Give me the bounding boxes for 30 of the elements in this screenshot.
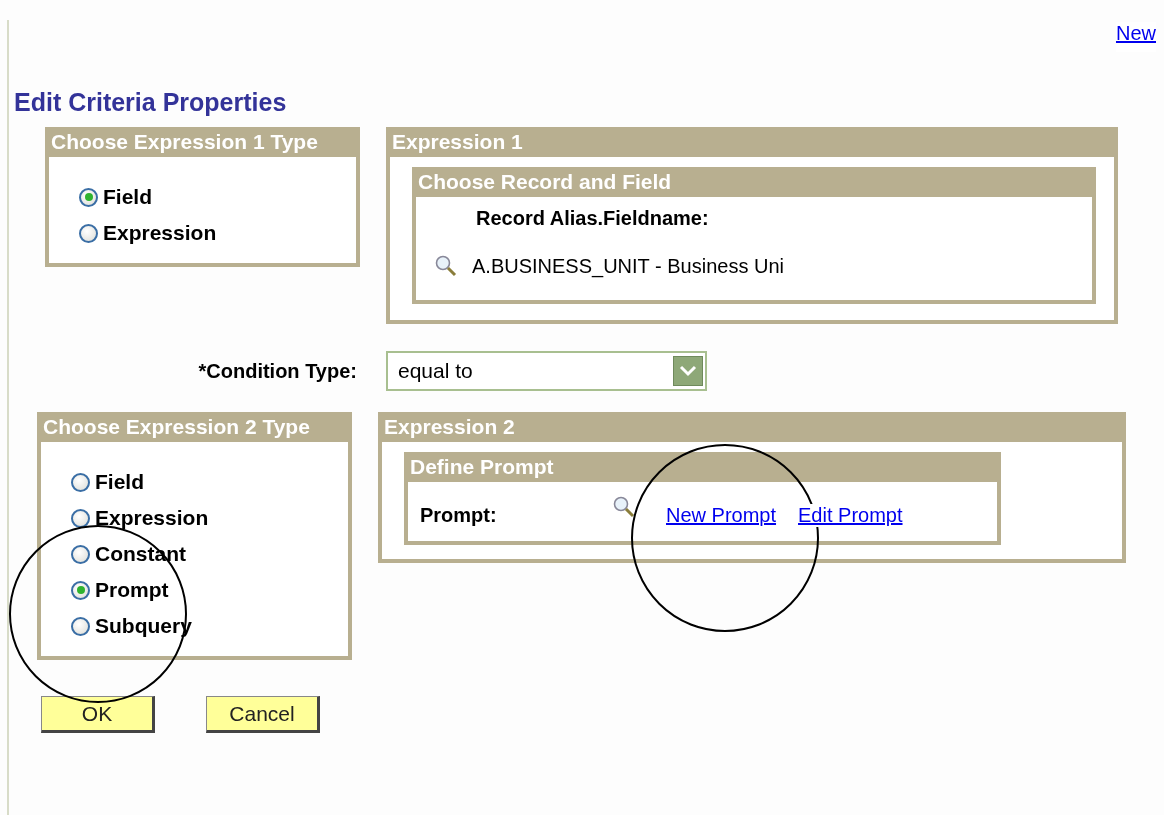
field-value: A.BUSINESS_UNIT - Business Uni [472, 254, 784, 278]
search-icon[interactable] [612, 494, 636, 519]
search-icon[interactable] [434, 254, 458, 278]
dialog-button[interactable]: OK [41, 696, 155, 733]
panel-header: Choose Expression 1 Type [49, 127, 356, 157]
radio-button[interactable] [71, 580, 90, 600]
panel-header: Define Prompt [408, 452, 997, 482]
page-title: Edit Criteria Properties [14, 88, 288, 117]
radio-label[interactable]: Expression [95, 506, 209, 530]
radio-label[interactable]: Expression [103, 221, 217, 245]
panel-header: Expression 1 [390, 127, 1114, 157]
field-label: Record Alias.Fieldname: [476, 207, 710, 230]
radio-button[interactable] [71, 508, 90, 528]
panel-header: Expression 2 [382, 412, 1122, 442]
prompt-link[interactable]: Edit Prompt [798, 504, 903, 527]
radio-button[interactable] [79, 187, 98, 207]
radio-label[interactable]: Field [95, 470, 144, 494]
radio-button[interactable] [79, 223, 98, 243]
chevron-down-icon[interactable] [679, 365, 697, 377]
radio-button[interactable] [71, 472, 90, 492]
radio-button[interactable] [71, 616, 90, 636]
panel-header: Choose Record and Field [416, 167, 1092, 197]
condition-dropdown[interactable]: equal to [386, 351, 707, 391]
radio-label[interactable]: Field [103, 185, 152, 209]
panel-header: Choose Expression 2 Type [41, 412, 348, 442]
radio-button[interactable] [71, 544, 90, 564]
radio-label[interactable]: Prompt [95, 578, 169, 602]
field-label: Prompt: [420, 504, 498, 527]
dialog-button[interactable]: Cancel [206, 696, 320, 733]
field-label: *Condition Type: [198, 359, 357, 383]
